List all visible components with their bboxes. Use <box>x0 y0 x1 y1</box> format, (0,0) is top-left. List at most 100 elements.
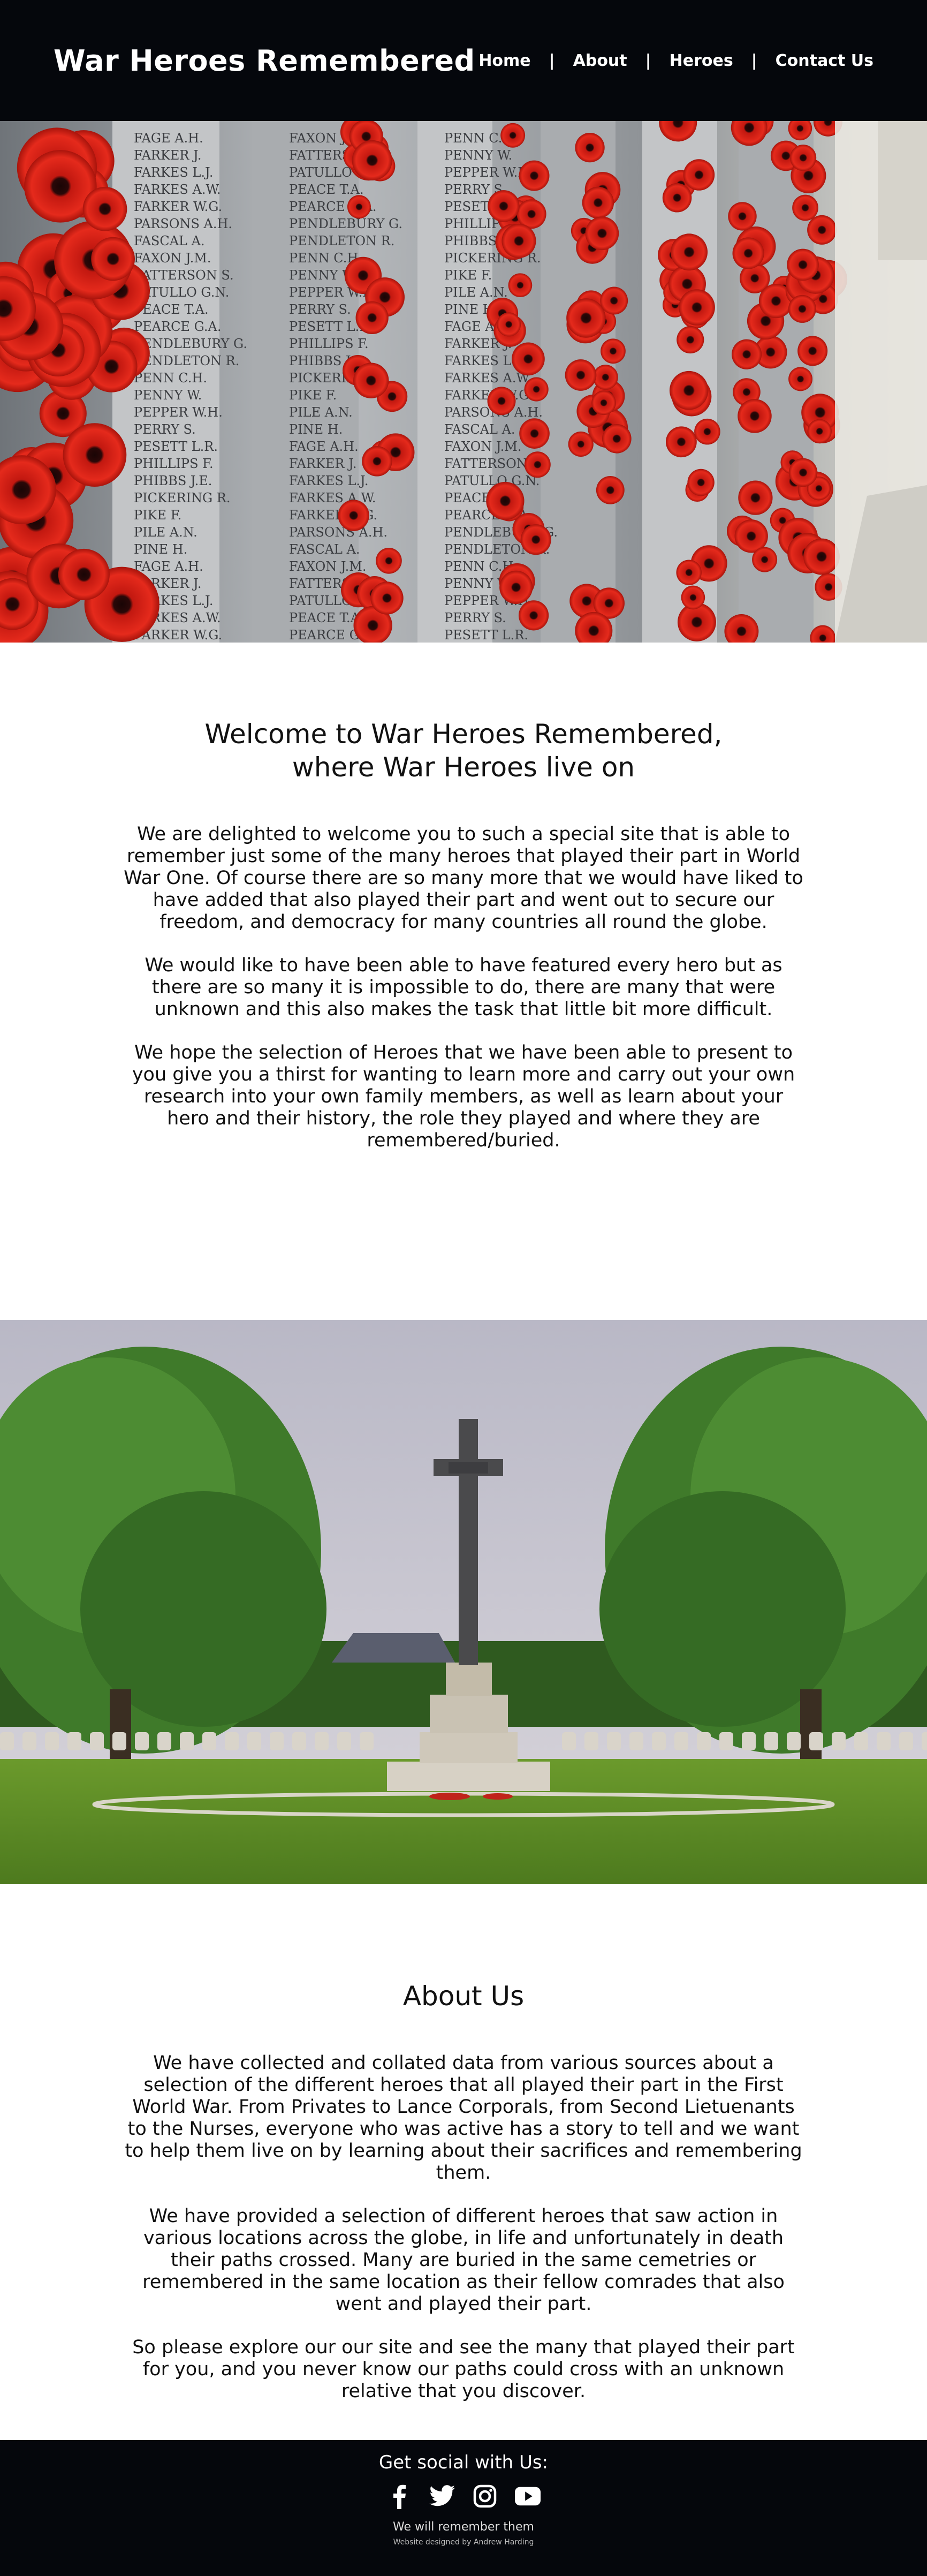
poppy-flower <box>807 215 837 245</box>
nav-separator: | <box>645 51 651 70</box>
engraved-name: PESETT L.R. <box>444 628 528 643</box>
engraved-name: FATTERSON S. <box>134 268 234 283</box>
poppy-flower <box>487 387 516 416</box>
headstone <box>719 1732 733 1750</box>
engraved-name: FAGE A.H. <box>289 439 359 454</box>
poppy-flower <box>352 140 392 181</box>
engraved-name: FAXON J.M. <box>444 439 521 454</box>
facebook-icon[interactable] <box>386 2483 413 2510</box>
headstone <box>180 1732 194 1750</box>
poppy-flower <box>519 418 550 449</box>
engraved-name: PIKE F. <box>289 388 337 403</box>
welcome-heading-line2: where War Heroes live on <box>292 752 635 783</box>
poppy-flower <box>790 145 817 171</box>
headstone <box>787 1732 801 1750</box>
headstone <box>135 1732 149 1750</box>
poppy-flower <box>82 186 127 231</box>
engraved-name: FASCAL A. <box>289 542 360 557</box>
twitter-icon[interactable] <box>429 2483 455 2510</box>
poppy-flower <box>669 371 709 410</box>
war-memorial-image-section <box>0 1320 927 1884</box>
headstone <box>112 1732 126 1750</box>
engraved-name: PESETT L.R. <box>134 439 218 454</box>
poppy-flower <box>566 298 606 338</box>
headstone <box>809 1732 823 1750</box>
poppy-flower <box>582 186 614 219</box>
poppy-flower <box>591 390 616 416</box>
poppy-flower <box>596 475 625 504</box>
headstone <box>899 1732 913 1750</box>
poppy-flower <box>787 248 819 281</box>
footer-credit: Website designed by Andrew Harding <box>393 2538 534 2547</box>
poppy-flower <box>662 183 692 213</box>
about-paragraph: So please explore our our site and see t… <box>132 2337 795 2402</box>
poppy-wall-image: FAGE A.H. FARKER J. FARKES L.J. FARKES A.W.… <box>0 121 927 643</box>
poppy-flower <box>803 538 840 575</box>
headstone <box>674 1732 688 1750</box>
poppy-flower <box>63 423 127 487</box>
nav-about-link[interactable]: About <box>573 51 627 70</box>
engraved-name: PHILLIPS F. <box>289 336 369 351</box>
poppy-flower <box>518 600 549 631</box>
poppy-flower <box>600 286 628 315</box>
nav-heroes-link[interactable]: Heroes <box>670 51 733 70</box>
nav-separator: | <box>751 51 757 70</box>
poppy-flower <box>488 190 520 222</box>
poppy-flower <box>592 365 618 390</box>
engraved-name: PEACE T.A. <box>289 182 364 197</box>
poppy-flower <box>585 216 619 251</box>
engraved-name: PARSONS A.H. <box>289 525 387 540</box>
war-memorial-cross-image <box>0 1320 927 1884</box>
about-section: About Us We have collected and collated … <box>0 1884 927 2440</box>
site-title[interactable]: War Heroes Remembered <box>54 44 475 78</box>
poppy-flower <box>524 377 549 402</box>
welcome-paragraph: We hope the selection of Heroes that we … <box>132 1042 795 1151</box>
engraved-name: PENNY W. <box>444 148 512 163</box>
poppy-flower <box>512 342 545 376</box>
engraved-name: PENDLEBURY G. <box>289 216 402 231</box>
poppy-flower <box>681 585 705 610</box>
headstone <box>67 1732 81 1750</box>
nav-contact-link[interactable]: Contact Us <box>776 51 873 70</box>
headstone <box>832 1732 846 1750</box>
poppy-flower <box>687 469 715 496</box>
headstone <box>45 1732 59 1750</box>
poppy-wall-hero: FAGE A.H. FARKER J. FARKES L.J. FARKES A.W.… <box>0 121 927 643</box>
engraved-name: PENNY W. <box>134 388 202 403</box>
engraved-name: FAGE A.H. <box>134 559 203 574</box>
poppy-flower <box>738 480 773 515</box>
poppy-flower <box>807 419 832 444</box>
engraved-name: PIKE F. <box>134 508 181 523</box>
poppy-flower <box>353 362 389 398</box>
headstone <box>360 1732 374 1750</box>
engraved-name: PENDLEBURY G. <box>134 336 247 351</box>
instagram-icon[interactable] <box>472 2483 498 2510</box>
engraved-name: PARSONS A.H. <box>134 216 232 231</box>
engraved-name: PHIBBS J.E. <box>134 473 212 488</box>
footer-tagline: We will remember them <box>393 2520 534 2534</box>
poppy-flower <box>738 399 772 433</box>
poppy-flower <box>677 326 704 354</box>
poppy-flower <box>665 426 697 458</box>
engraved-name: PEPPER W.H. <box>134 405 223 420</box>
engraved-name: FARKER W.G. <box>134 199 222 214</box>
headstone <box>315 1732 329 1750</box>
nav-separator: | <box>549 51 555 70</box>
engraved-name: FARKER J. <box>289 456 357 471</box>
youtube-icon[interactable] <box>514 2483 541 2510</box>
poppy-flower <box>788 294 816 323</box>
engraved-name: FASCAL A. <box>134 233 205 248</box>
site-header: War Heroes Remembered Home | About | Her… <box>0 0 927 121</box>
engraved-name: PEARCE G.A. <box>134 319 222 334</box>
poppy-flower <box>497 312 521 337</box>
headstone <box>607 1732 621 1750</box>
headstone <box>562 1732 576 1750</box>
welcome-heading: Welcome to War Heroes Remembered, where … <box>123 717 804 784</box>
poppy-flower <box>500 123 526 148</box>
headstone <box>247 1732 261 1750</box>
headstone <box>270 1732 284 1750</box>
welcome-paragraph: We would like to have been able to have … <box>145 955 782 1020</box>
headstone <box>629 1732 643 1750</box>
about-paragraph: We have provided a selection of differen… <box>142 2205 785 2315</box>
nav-home-link[interactable]: Home <box>478 51 530 70</box>
